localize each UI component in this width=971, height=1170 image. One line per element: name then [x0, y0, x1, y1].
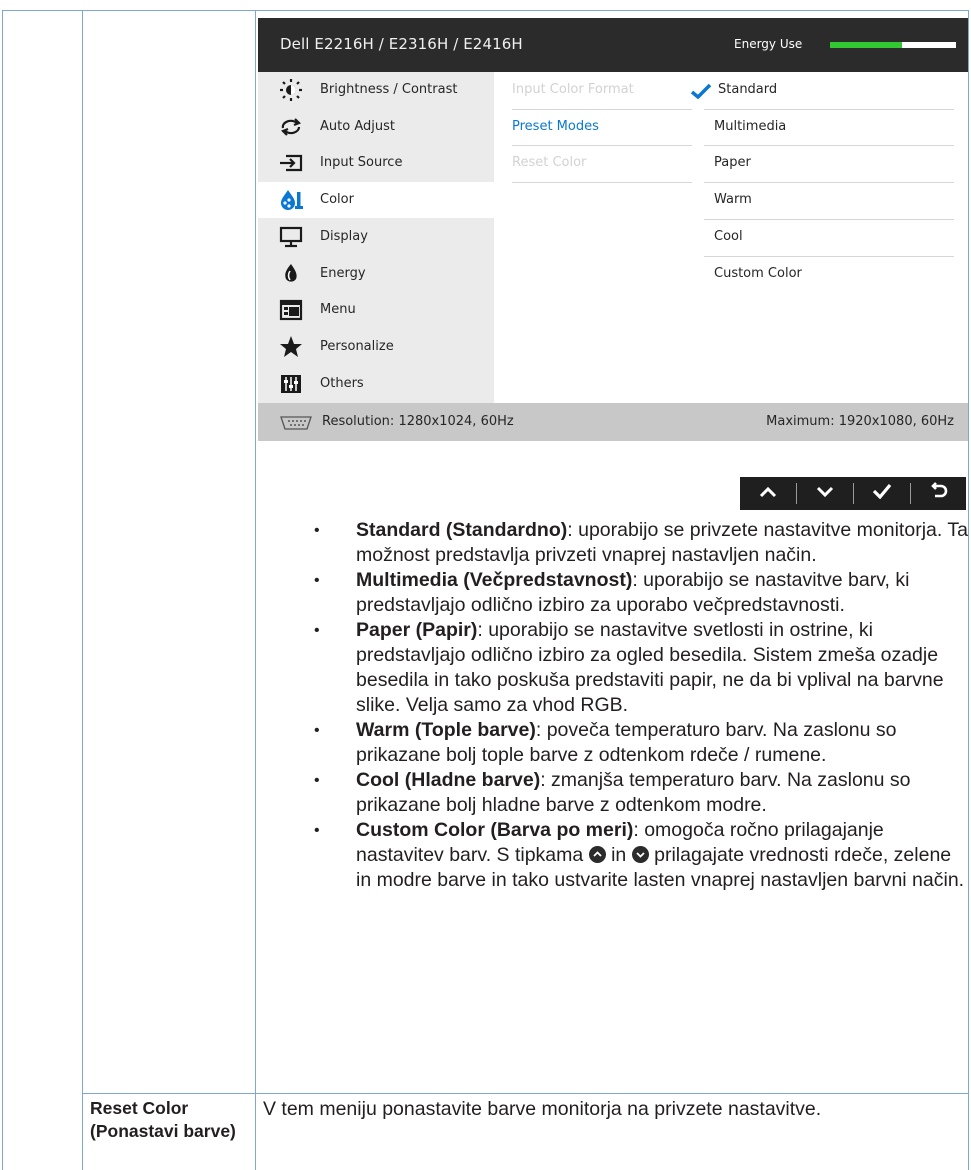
auto-adjust-icon	[278, 115, 304, 139]
description-item: • Custom Color (Barva po meri): omogoča r…	[258, 818, 968, 893]
bullet: •	[314, 722, 320, 739]
bullet: •	[314, 522, 320, 539]
sidebar-item-label: Color	[320, 192, 354, 208]
sidebar-item-label: Input Source	[320, 155, 403, 171]
sidebar-item-auto-adjust[interactable]: Auto Adjust	[258, 109, 494, 145]
preset-option-paper[interactable]: Paper	[714, 155, 751, 170]
submenu-input-color-format[interactable]: Input Color Format	[512, 82, 634, 97]
table-border-col1	[82, 10, 83, 1170]
sidebar-item-menu[interactable]: Menu	[258, 292, 494, 328]
sidebar-item-display[interactable]: Display	[258, 219, 494, 255]
preset-modes-description: • Standard (Standardno): uporabijo se pri…	[258, 518, 968, 893]
row-divider	[704, 108, 954, 110]
bullet: •	[314, 622, 320, 639]
table-border-col2	[255, 10, 256, 1170]
star-icon	[278, 335, 304, 359]
up-button-icon	[588, 846, 606, 863]
description-term: Multimedia (Večpredstavnost)	[356, 569, 633, 591]
vga-connector-icon	[278, 415, 314, 434]
bullet: •	[314, 822, 320, 839]
menu-icon	[278, 298, 304, 322]
check-button[interactable]	[854, 477, 910, 510]
description-item: • Standard (Standardno): uporabijo se pri…	[258, 518, 968, 568]
row-divider	[704, 145, 954, 147]
description-text: in	[611, 844, 627, 866]
up-arrow-icon	[759, 485, 777, 503]
preset-option-cool[interactable]: Cool	[714, 229, 743, 244]
table-border-left	[2, 10, 3, 1170]
submenu-preset-modes[interactable]: Preset Modes	[512, 119, 599, 134]
sidebar-item-label: Others	[320, 375, 364, 391]
energy-use-label: Energy Use	[734, 37, 803, 51]
sidebar-item-input-source[interactable]: Input Source	[258, 145, 494, 181]
check-icon	[690, 83, 712, 103]
bullet: •	[314, 772, 320, 789]
back-icon	[930, 482, 948, 505]
input-source-icon	[278, 151, 304, 175]
description-term: Custom Color (Barva po meri)	[356, 819, 634, 841]
sidebar-item-label: Personalize	[320, 338, 394, 354]
row-divider	[512, 182, 692, 184]
osd-content: Input Color Format Preset Modes Reset Colo…	[494, 72, 968, 403]
sidebar-item-color[interactable]: Color	[258, 182, 494, 219]
sidebar-item-others[interactable]: Others	[258, 366, 494, 402]
description-term: Paper (Papir)	[356, 619, 478, 641]
display-icon	[278, 225, 304, 249]
check-icon	[872, 483, 892, 504]
brightness-icon	[278, 78, 304, 102]
sidebar-item-brightness-contrast[interactable]: Brightness / Contrast	[258, 72, 494, 108]
energy-use-bar	[830, 42, 956, 48]
osd-header: Dell E2216H / E2316H / E2416H Energy Use	[258, 18, 968, 72]
osd-menu: Dell E2216H / E2316H / E2416H Energy Use…	[258, 18, 968, 441]
preset-option-warm[interactable]: Warm	[714, 192, 752, 207]
description-item: • Warm (Tople barve): poveča temperaturo …	[258, 718, 968, 768]
others-icon	[278, 372, 304, 396]
reset-color-label: Reset Color (Ponastavi barve)	[90, 1098, 236, 1141]
sidebar-item-personalize[interactable]: Personalize	[258, 329, 494, 365]
osd-button-bar	[740, 477, 966, 510]
description-term: Cool (Hladne barve)	[356, 769, 541, 791]
down-button-icon	[631, 846, 649, 863]
table-border-top	[2, 10, 969, 11]
down-arrow-button[interactable]	[797, 477, 853, 510]
bullet: •	[314, 572, 320, 589]
table-border-right	[968, 10, 969, 1170]
description-term: Standard (Standardno)	[356, 519, 568, 541]
back-button[interactable]	[911, 477, 967, 510]
row-divider	[512, 145, 692, 147]
row-divider	[512, 108, 692, 110]
description-term: Warm (Tople barve)	[356, 719, 536, 741]
up-arrow-button[interactable]	[740, 477, 796, 510]
sidebar-item-label: Brightness / Contrast	[320, 82, 458, 97]
sidebar-item-label: Energy	[320, 265, 366, 281]
preset-option-custom-color[interactable]: Custom Color	[714, 266, 802, 281]
preset-option-standard[interactable]: Standard	[718, 82, 777, 97]
down-arrow-icon	[816, 485, 834, 503]
row-divider	[704, 182, 954, 184]
osd-title: Dell E2216H / E2316H / E2416H	[280, 35, 523, 53]
osd-sidebar: Brightness / Contrast Auto Adjust Input So…	[258, 72, 494, 403]
table-border-row	[82, 1093, 969, 1094]
row-divider	[704, 255, 954, 257]
reset-color-description: V tem meniju ponastavite barve monitorja…	[263, 1098, 822, 1120]
energy-use-fill	[830, 42, 902, 48]
color-icon	[278, 188, 304, 212]
description-item: • Multimedia (Večpredstavnost): uporabijo…	[258, 568, 968, 618]
submenu-reset-color[interactable]: Reset Color	[512, 155, 586, 170]
description-item: • Paper (Papir): uporabijo se nastavitve …	[258, 618, 968, 718]
sidebar-item-label: Menu	[320, 302, 356, 318]
preset-option-multimedia[interactable]: Multimedia	[714, 119, 786, 134]
description-item: • Cool (Hladne barve): zmanjša temperatur…	[258, 768, 968, 818]
row-divider	[704, 218, 954, 220]
sidebar-item-label: Auto Adjust	[320, 118, 395, 134]
osd-footer: Resolution: 1280x1024, 60Hz Maximum: 192…	[258, 403, 968, 441]
energy-icon	[278, 262, 304, 286]
current-resolution: Resolution: 1280x1024, 60Hz	[322, 414, 514, 429]
sidebar-item-label: Display	[320, 228, 368, 244]
maximum-resolution: Maximum: 1920x1080, 60Hz	[766, 414, 954, 429]
sidebar-item-energy[interactable]: Energy	[258, 256, 494, 292]
